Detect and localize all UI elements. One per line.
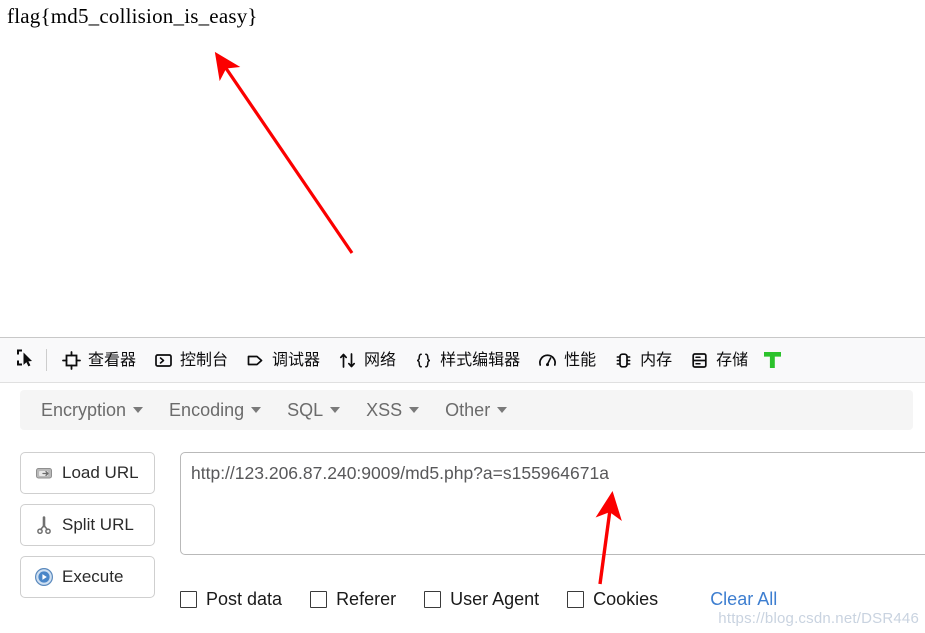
memory-chip-icon bbox=[614, 351, 633, 370]
hackbar-menu-encoding[interactable]: Encoding bbox=[156, 396, 274, 425]
devtools-tab-memory[interactable]: 内存 bbox=[605, 338, 681, 382]
hackbar-options-row: Post data Referer User Agent Cookies Cle… bbox=[180, 584, 777, 614]
devtools-tab-debugger-label: 调试器 bbox=[272, 350, 321, 369]
style-editor-braces-icon bbox=[414, 351, 433, 370]
hackbar-menu-other-label: Other bbox=[445, 399, 491, 420]
option-user-agent[interactable]: User Agent bbox=[424, 589, 539, 610]
devtools-tab-storage-label: 存储 bbox=[716, 350, 749, 369]
option-referer[interactable]: Referer bbox=[310, 589, 396, 610]
hackbar-menu-encryption-label: Encryption bbox=[41, 399, 127, 420]
option-post-data[interactable]: Post data bbox=[180, 589, 282, 610]
split-url-button[interactable]: Split URL bbox=[20, 504, 155, 546]
chevron-down-icon bbox=[497, 407, 508, 413]
load-url-button[interactable]: Load URL bbox=[20, 452, 155, 494]
option-cookies[interactable]: Cookies bbox=[567, 589, 658, 610]
referer-label: Referer bbox=[336, 588, 397, 609]
hackbar-menu-xss-label: XSS bbox=[366, 399, 403, 420]
element-picker-icon bbox=[15, 347, 36, 373]
devtools-tab-performance[interactable]: 性能 bbox=[529, 338, 605, 382]
browser-page-content: flag{md5_collision_is_easy} bbox=[0, 0, 925, 337]
execute-play-icon bbox=[34, 567, 54, 587]
console-chevron-icon bbox=[154, 351, 173, 370]
devtools-tab-inspector[interactable]: 查看器 bbox=[53, 338, 145, 382]
devtools-tab-console[interactable]: 控制台 bbox=[145, 338, 237, 382]
devtools-tab-style-editor[interactable]: 样式编辑器 bbox=[405, 338, 529, 382]
watermark-text: https://blog.csdn.net/DSR446 bbox=[718, 610, 919, 627]
clear-all-link[interactable]: Clear All bbox=[710, 589, 777, 610]
inspector-target-icon bbox=[62, 350, 81, 370]
hackbar-panel: Encryption Encoding SQL XSS Other Load U… bbox=[0, 384, 925, 633]
devtools-tab-network-label: 网络 bbox=[364, 350, 397, 369]
hackbar-extension-button[interactable] bbox=[759, 338, 785, 382]
hackbar-menu-sql[interactable]: SQL bbox=[274, 396, 353, 425]
devtools-tab-console-label: 控制台 bbox=[180, 350, 229, 369]
devtools-tab-storage[interactable]: 存储 bbox=[681, 338, 757, 382]
devtools-tab-performance-label: 性能 bbox=[564, 350, 597, 369]
cookies-checkbox[interactable] bbox=[567, 590, 585, 608]
split-url-label: Split URL bbox=[62, 515, 134, 534]
user-agent-label: User Agent bbox=[450, 588, 540, 609]
debugger-tag-icon bbox=[246, 351, 265, 370]
element-picker-button[interactable] bbox=[0, 338, 44, 382]
hackbar-menu-xss[interactable]: XSS bbox=[353, 396, 432, 425]
storage-database-icon bbox=[690, 351, 709, 370]
hackbar-action-buttons: Load URL Split URL Execute bbox=[20, 452, 162, 608]
network-arrows-icon bbox=[338, 351, 357, 370]
hackbar-menu-encoding-label: Encoding bbox=[169, 399, 245, 420]
cookies-label: Cookies bbox=[593, 588, 659, 609]
flag-text: flag{md5_collision_is_easy} bbox=[7, 4, 258, 28]
hackbar-menubar: Encryption Encoding SQL XSS Other bbox=[20, 390, 913, 430]
load-url-label: Load URL bbox=[62, 463, 139, 482]
chevron-down-icon bbox=[409, 407, 420, 413]
devtools-tab-network[interactable]: 网络 bbox=[329, 338, 405, 382]
hackbar-menu-sql-label: SQL bbox=[287, 399, 324, 420]
devtools-tab-style-editor-label: 样式编辑器 bbox=[440, 350, 521, 369]
chevron-down-icon bbox=[330, 407, 341, 413]
devtools-toolbar: 查看器 控制台 调试器 网络 样式编辑器 性能 内存 存储 bbox=[0, 337, 925, 383]
hackbar-menu-encryption[interactable]: Encryption bbox=[28, 396, 156, 425]
load-url-icon bbox=[34, 463, 54, 483]
devtools-tab-debugger[interactable]: 调试器 bbox=[237, 338, 329, 382]
hackbar-menu-other[interactable]: Other bbox=[432, 396, 520, 425]
execute-label: Execute bbox=[62, 567, 124, 586]
post-data-label: Post data bbox=[206, 588, 283, 609]
execute-button[interactable]: Execute bbox=[20, 556, 155, 598]
toolbar-divider bbox=[46, 349, 47, 371]
devtools-tab-inspector-label: 查看器 bbox=[88, 350, 137, 369]
referer-checkbox[interactable] bbox=[310, 590, 328, 608]
post-data-checkbox[interactable] bbox=[180, 590, 197, 608]
hackbar-extension-icon bbox=[760, 346, 784, 375]
chevron-down-icon bbox=[133, 407, 144, 413]
url-input[interactable] bbox=[180, 452, 925, 555]
chevron-down-icon bbox=[251, 407, 262, 413]
user-agent-checkbox[interactable] bbox=[424, 590, 442, 608]
split-url-scissors-icon bbox=[34, 515, 54, 535]
devtools-tab-memory-label: 内存 bbox=[640, 350, 673, 369]
performance-gauge-icon bbox=[538, 351, 557, 370]
